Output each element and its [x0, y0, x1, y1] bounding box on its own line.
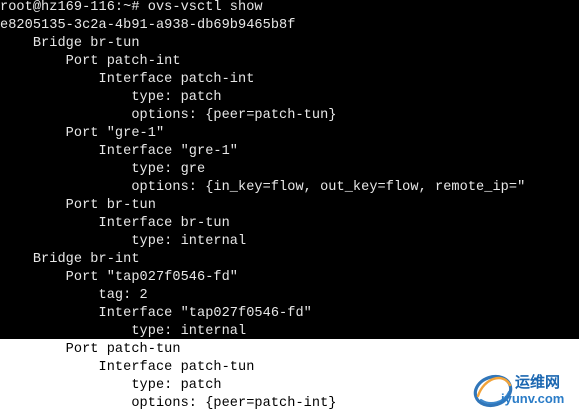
terminal-line: type: gre — [0, 162, 206, 177]
terminal-line: Port br-tun — [0, 198, 156, 213]
terminal-line: type: internal — [0, 234, 247, 249]
terminal-line: options: {in_key=flow, out_key=flow, rem… — [0, 180, 526, 195]
terminal-line: Interface patch-tun — [0, 360, 255, 375]
terminal-line: Port patch-int — [0, 54, 181, 69]
terminal-line: Port patch-tun — [0, 342, 181, 357]
terminal-line: options: {peer=patch-int} — [0, 396, 337, 411]
terminal-line: Interface "tap027f0546-fd" — [0, 306, 312, 321]
terminal-line: type: patch — [0, 378, 222, 393]
terminal-line: tag: 2 — [0, 288, 148, 303]
terminal-line: Port "gre-1" — [0, 126, 165, 141]
terminal-line: Interface br-tun — [0, 216, 230, 231]
terminal-line: Bridge br-int — [0, 252, 140, 267]
terminal-window[interactable]: root@hz169-116:~# ovs-vsctl show e820513… — [0, 0, 579, 416]
terminal-line: type: patch — [0, 90, 222, 105]
terminal-line: Interface patch-int — [0, 72, 255, 87]
terminal-line: Port "tap027f0546-fd" — [0, 270, 239, 285]
terminal-line: root@hz169-116:~# ovs-vsctl show — [0, 0, 263, 15]
terminal-line: e8205135-3c2a-4b91-a938-db69b9465b8f — [0, 18, 296, 33]
terminal-line: Interface "gre-1" — [0, 144, 239, 159]
terminal-line: Bridge br-tun — [0, 36, 140, 51]
terminal-line: type: internal — [0, 324, 247, 339]
terminal-line: options: {peer=patch-tun} — [0, 108, 337, 123]
